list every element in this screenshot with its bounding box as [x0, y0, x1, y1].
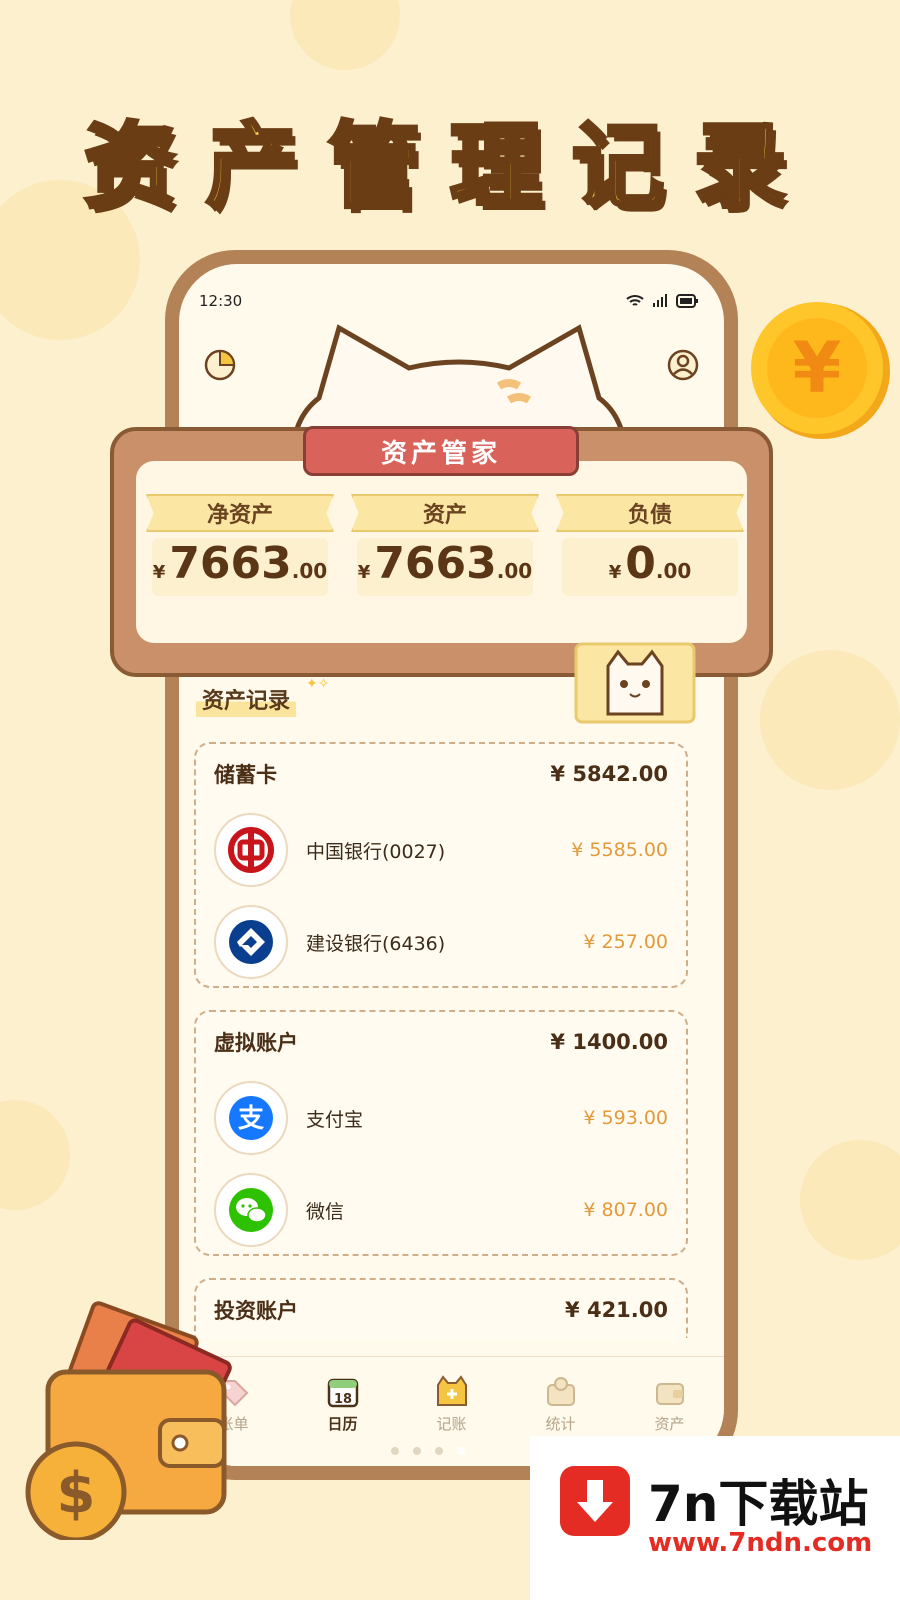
liabilities-stat: 负债 ¥ 0 .00	[556, 494, 744, 596]
tab-assets[interactable]: 资产	[625, 1357, 715, 1434]
svg-text:18: 18	[333, 1392, 351, 1407]
watermark: 7n下载站 www.7ndn.com	[530, 1436, 900, 1600]
yen-coin-icon: ¥	[751, 302, 890, 439]
list-item[interactable]: 支 支付宝 ¥ 593.00	[196, 1072, 686, 1164]
battery-icon	[676, 294, 698, 308]
net-assets-stat: 净资产 ¥ 7663 .00	[146, 494, 334, 596]
ccb-icon	[229, 920, 273, 964]
asset-manager-banner: 资产管家	[303, 426, 579, 476]
group-total: ¥ 1400.00	[550, 1030, 668, 1054]
asset-records-title: 资产记录	[196, 683, 297, 717]
wechat-icon	[229, 1188, 273, 1232]
bg-bubble	[760, 650, 900, 790]
download-arrow-icon	[560, 1466, 630, 1536]
asset-group-investment[interactable]: 投资账户 ¥ 421.00	[194, 1278, 688, 1338]
bank-of-china-icon	[228, 827, 274, 873]
tab-calendar[interactable]: 18 日历	[298, 1357, 388, 1434]
bg-bubble	[0, 1100, 70, 1210]
promo-headline: 资产管理记录	[82, 111, 816, 222]
list-item[interactable]: 微信 ¥ 807.00	[196, 1164, 686, 1256]
group-name: 虚拟账户	[214, 1031, 298, 1055]
wallet-illustration: $	[25, 1301, 232, 1540]
calendar-icon: 18	[327, 1378, 358, 1408]
signal-icon	[653, 294, 667, 307]
bg-bubble	[800, 1140, 900, 1260]
group-total: ¥ 421.00	[565, 1298, 668, 1322]
status-time: 12:30	[199, 292, 243, 310]
summary-stats: 净资产 ¥ 7663 .00 资产 ¥ 7663 .00 负债 ¥ 0 .00	[146, 494, 746, 596]
cat-sticker	[574, 642, 696, 724]
pie-chart-icon[interactable]	[203, 348, 237, 382]
wifi-icon	[626, 295, 644, 306]
list-item[interactable]: 中国银行(0027) ¥ 5585.00	[196, 804, 686, 896]
list-item[interactable]: 建设银行(6436) ¥ 257.00	[196, 896, 686, 988]
watermark-url: www.7ndn.com	[648, 1528, 873, 1558]
tab-stats[interactable]: 统计	[516, 1357, 606, 1434]
group-name: 储蓄卡	[214, 763, 277, 787]
group-total: ¥ 5842.00	[550, 762, 668, 786]
svg-text:$: $	[57, 1461, 96, 1526]
watermark-title: 7n下载站	[648, 1475, 869, 1533]
asset-group-virtual[interactable]: 虚拟账户 ¥ 1400.00 支 支付宝 ¥ 593.00 微信 ¥ 807.0…	[194, 1010, 688, 1256]
svg-text:¥: ¥	[793, 327, 842, 409]
assets-stat: 资产 ¥ 7663 .00	[351, 494, 539, 596]
wallet-icon	[655, 1383, 684, 1405]
profile-icon[interactable]	[666, 348, 700, 382]
stats-icon	[546, 1377, 575, 1406]
page-indicator	[391, 1447, 465, 1455]
asset-group-savings[interactable]: 储蓄卡 ¥ 5842.00 中国银行(0027) ¥ 5585.00 建设银行(…	[194, 742, 688, 988]
svg-text:支: 支	[238, 1104, 264, 1134]
cat-plus-icon	[436, 1375, 467, 1406]
sparkle-icon: ✦✧	[306, 676, 330, 692]
alipay-icon: 支	[229, 1096, 273, 1140]
bg-bubble	[290, 0, 400, 70]
tab-record[interactable]: 记账	[407, 1357, 497, 1434]
